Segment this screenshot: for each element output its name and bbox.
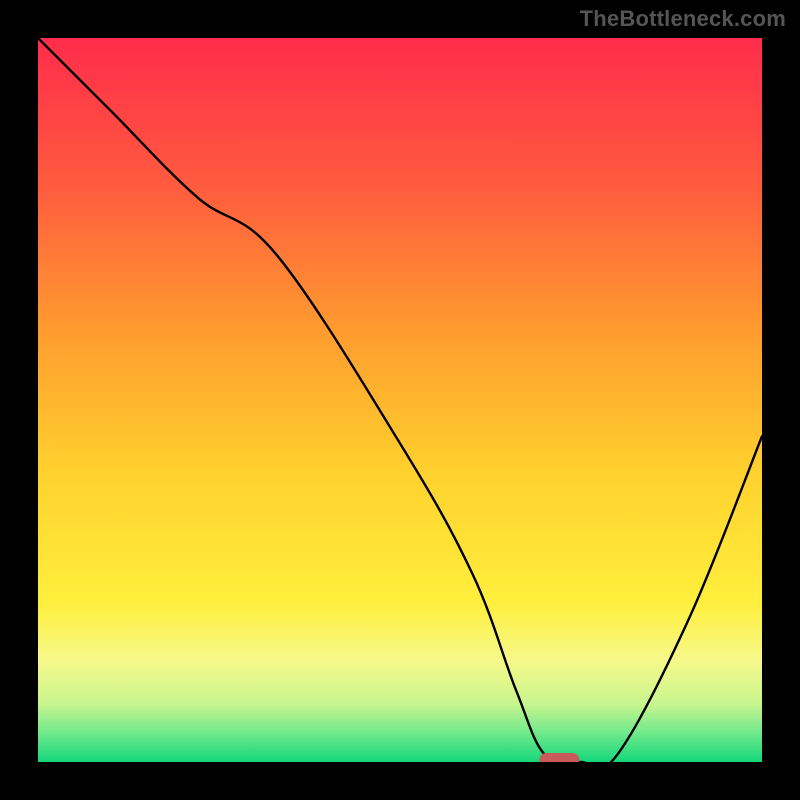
watermark-text: TheBottleneck.com	[580, 6, 786, 32]
chart-frame: TheBottleneck.com	[0, 0, 800, 800]
chart-svg	[38, 38, 762, 762]
plot-area	[38, 38, 762, 762]
chart-marker-icon	[539, 753, 579, 762]
